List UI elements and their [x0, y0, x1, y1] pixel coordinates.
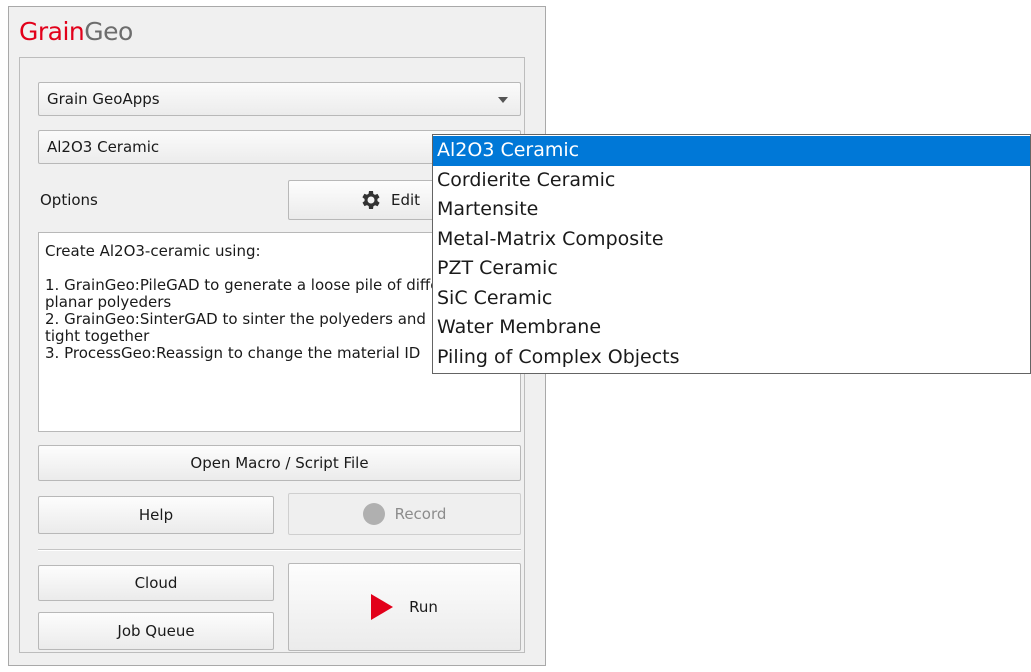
help-button[interactable]: Help [38, 496, 274, 534]
dropdown-option[interactable]: Al2O3 Ceramic [433, 136, 1030, 166]
dropdown-option[interactable]: Cordierite Ceramic [433, 166, 1030, 196]
dropdown-option[interactable]: Metal-Matrix Composite [433, 225, 1030, 255]
options-label: Options [40, 191, 98, 209]
edit-label: Edit [391, 191, 421, 209]
run-button[interactable]: Run [288, 563, 521, 651]
dropdown-option[interactable]: Martensite [433, 195, 1030, 225]
apps-combo[interactable]: Grain GeoApps [38, 82, 521, 116]
dropdown-option[interactable]: PZT Ceramic [433, 254, 1030, 284]
chevron-down-icon [498, 97, 508, 103]
material-combo-value: Al2O3 Ceramic [47, 138, 160, 156]
cloud-button[interactable]: Cloud [38, 565, 274, 601]
job-queue-button[interactable]: Job Queue [38, 612, 274, 650]
record-label: Record [394, 505, 447, 523]
dropdown-option[interactable]: Piling of Complex Objects [433, 343, 1030, 373]
dropdown-option[interactable]: SiC Ceramic [433, 284, 1030, 314]
divider [38, 549, 521, 551]
app-logo: GrainGeo [19, 17, 133, 46]
gear-icon [362, 191, 380, 209]
run-label: Run [409, 598, 438, 616]
record-icon [362, 503, 385, 525]
material-dropdown-list: Al2O3 Ceramic Cordierite Ceramic Martens… [432, 134, 1031, 374]
play-icon [371, 594, 394, 620]
open-macro-button[interactable]: Open Macro / Script File [38, 445, 521, 481]
apps-combo-value: Grain GeoApps [47, 90, 160, 108]
dropdown-option[interactable]: Water Membrane [433, 313, 1030, 343]
record-button[interactable]: Record [288, 493, 521, 535]
